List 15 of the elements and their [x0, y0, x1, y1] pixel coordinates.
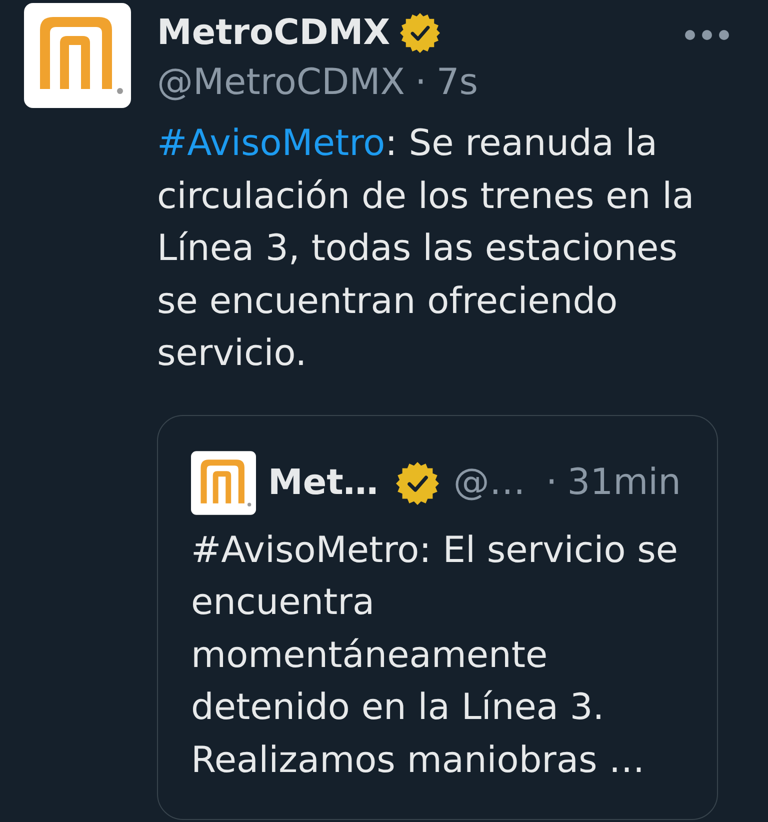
author-name[interactable]: Met…	[268, 463, 378, 503]
timestamp[interactable]: 31min	[567, 461, 681, 505]
hashtag-link[interactable]: #AvisoMetro	[157, 123, 386, 164]
timestamp[interactable]: 7s	[436, 61, 478, 105]
separator: ·	[546, 461, 558, 505]
quoted-tweet-card[interactable]: Met… @… · 31min #AvisoMetro: El servicio se encuentra momentáneamente detenido en la Línea 3. Realizamos maniobras …	[157, 414, 718, 820]
author-handle[interactable]: @…	[453, 461, 526, 505]
more-icon[interactable]	[684, 29, 730, 41]
quoted-tweet-text: #AvisoMetro: El servicio se encuentra momentáneamente detenido en la Línea 3. Realizamos maniobras …	[191, 528, 680, 782]
tweet-text: #AvisoMetro: Se reanuda la circulación de los trenes en la Línea 3, todas las estaciones se encuentran ofreciendo servicio.	[157, 122, 696, 376]
logo-avatar-icon[interactable]	[24, 3, 131, 108]
logo-avatar-icon[interactable]	[191, 451, 256, 515]
author-handle[interactable]: @MetroCDMX	[157, 61, 405, 105]
author-name[interactable]: MetroCDMX	[157, 13, 390, 53]
separator: ·	[414, 61, 426, 105]
